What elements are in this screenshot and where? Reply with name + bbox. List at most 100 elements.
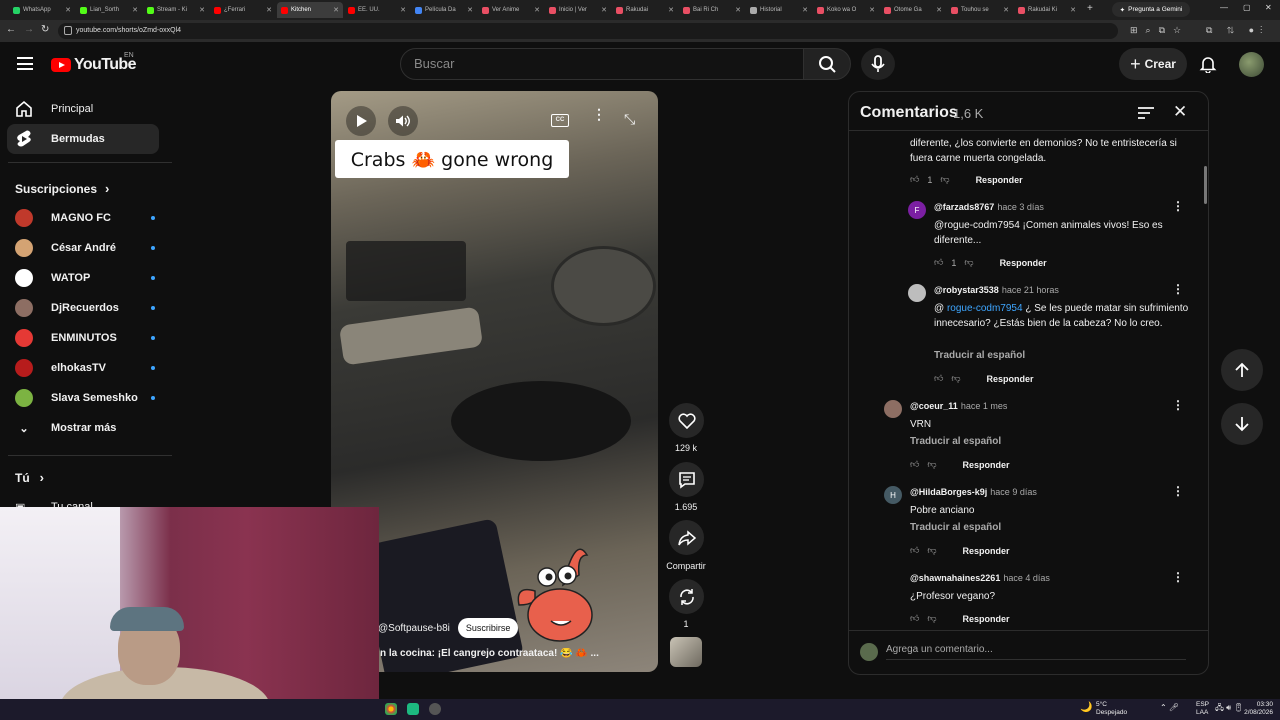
close-tab-icon[interactable]: ✕ [1003, 6, 1009, 14]
subscription-item[interactable]: DjRecuerdos [15, 297, 155, 319]
more-options-icon[interactable]: ⋮ [592, 107, 606, 121]
channel-name[interactable]: @Softpause-b8i [378, 623, 450, 634]
toolbar-icons[interactable]: ⧉ ⇅ ●⋮ [1206, 25, 1268, 36]
comment-author[interactable]: @coeur_11 [910, 401, 958, 411]
chrome-taskbar-icon[interactable] [385, 703, 397, 715]
gemini-button[interactable]: ✦ Pregunta a Gemini [1112, 2, 1190, 17]
reload-icon[interactable]: ↻ [41, 24, 49, 35]
avatar[interactable]: H [884, 486, 902, 504]
reply-button[interactable]: Responder [963, 614, 1010, 624]
system-icons[interactable]: 🖧 🔊︎ 🔋︎ [1215, 704, 1244, 712]
close-tab-icon[interactable]: ✕ [65, 6, 71, 14]
comments-button[interactable] [669, 462, 704, 497]
close-tab-icon[interactable]: ✕ [333, 6, 339, 14]
browser-tab[interactable]: Bai Ri Ch ✕ [679, 2, 745, 18]
close-tab-icon[interactable]: ✕ [936, 6, 942, 14]
address-bar[interactable]: youtube.com/shorts/oZmd-oxxQl4 [58, 23, 1118, 39]
close-tab-icon[interactable]: ✕ [735, 6, 741, 14]
thumb-down-icon[interactable]: 👎︎ [940, 174, 949, 185]
browser-tab[interactable]: EE. UU. ✕ [344, 2, 410, 18]
translate-link[interactable]: Traducir al español [910, 436, 1001, 447]
thumb-up-icon[interactable]: 👍︎ [910, 613, 919, 624]
show-more-button[interactable]: ⌄ Mostrar más [15, 417, 155, 439]
browser-tab[interactable]: Otome Ga ✕ [880, 2, 946, 18]
browser-tab[interactable]: ¿Ferrari ✕ [210, 2, 276, 18]
comment-author[interactable]: @robystar3538 [934, 285, 999, 295]
close-tab-icon[interactable]: ✕ [266, 6, 272, 14]
play-button[interactable] [346, 106, 376, 136]
fullscreen-icon[interactable]: ⤡ [624, 111, 635, 128]
volume-button[interactable] [388, 106, 418, 136]
comment-author[interactable]: @farzads8767 [934, 202, 994, 212]
you-header[interactable]: Tú › [15, 470, 44, 485]
comment-menu-icon[interactable]: ⋮ [1172, 484, 1184, 498]
comment-author[interactable]: @shawnahaines2261 [910, 573, 1000, 583]
close-tab-icon[interactable]: ✕ [534, 6, 540, 14]
browser-tab[interactable]: Historial ✕ [746, 2, 812, 18]
subscriptions-header[interactable]: Suscripciones › [15, 181, 109, 196]
browser-tab[interactable]: Stream - Ki ✕ [143, 2, 209, 18]
voice-search-button[interactable] [861, 48, 895, 80]
comment-time[interactable]: hace 3 días [997, 202, 1044, 212]
comment-author[interactable]: @HildaBorges-k9j [910, 487, 987, 497]
like-button[interactable] [669, 403, 704, 438]
subscribe-button[interactable]: Suscribirse [457, 618, 519, 638]
share-button[interactable] [669, 520, 704, 555]
browser-tab[interactable]: Rakudai ✕ [612, 2, 678, 18]
thumb-up-icon[interactable]: 👍︎ [910, 174, 919, 185]
thumb-up-icon[interactable]: 👍︎ [910, 459, 919, 470]
thumb-up-icon[interactable]: 👍︎ [910, 545, 919, 556]
close-tab-icon[interactable]: ✕ [601, 6, 607, 14]
sound-thumbnail[interactable] [670, 637, 702, 667]
sidebar-item-bermudas[interactable]: Bermudas [7, 124, 159, 154]
clock[interactable]: 03:30 2/08/2026 [1243, 701, 1273, 717]
new-tab-button[interactable]: + [1087, 3, 1093, 14]
mention-link[interactable]: rogue-codm7954 [947, 303, 1023, 314]
browser-tab[interactable]: Kitchen ✕ [277, 2, 343, 18]
thumb-down-icon[interactable]: 👎︎ [927, 613, 936, 624]
translate-link[interactable]: Traducir al español [910, 522, 1001, 533]
browser-tab[interactable]: Koko wa O ✕ [813, 2, 879, 18]
close-tab-icon[interactable]: ✕ [869, 6, 875, 14]
close-tab-icon[interactable]: ✕ [802, 6, 808, 14]
extensions-icons[interactable]: ⊞⌕⧉☆ [1130, 25, 1189, 36]
close-tab-icon[interactable]: ✕ [400, 6, 406, 14]
thumb-down-icon[interactable]: 👎︎ [964, 257, 973, 268]
comment-menu-icon[interactable]: ⋮ [1172, 282, 1184, 296]
thumb-down-icon[interactable]: 👎︎ [951, 373, 960, 384]
avatar[interactable]: F [908, 201, 926, 219]
tray-icons[interactable]: ⌃ 🎤︎ [1160, 704, 1179, 712]
comment-time[interactable]: hace 21 horas [1002, 285, 1059, 295]
reply-button[interactable]: Responder [976, 175, 1023, 185]
subscription-item[interactable]: MAGNO FC [15, 207, 155, 229]
previous-short-button[interactable] [1221, 349, 1263, 391]
sidebar-item-principal[interactable]: Principal [7, 94, 159, 124]
comment-menu-icon[interactable]: ⋮ [1172, 398, 1184, 412]
menu-icon[interactable] [17, 57, 33, 70]
remix-button[interactable] [669, 579, 704, 614]
obs-taskbar-icon[interactable] [429, 703, 441, 715]
comment-time[interactable]: hace 9 días [990, 487, 1037, 497]
close-comments-icon[interactable]: ✕ [1173, 102, 1187, 122]
thumb-up-icon[interactable]: 👍︎ [934, 373, 943, 384]
close-tab-icon[interactable]: ✕ [668, 6, 674, 14]
comment-menu-icon[interactable]: ⋮ [1172, 570, 1184, 584]
subscription-item[interactable]: César André [15, 237, 155, 259]
browser-tab[interactable]: Touhou se ✕ [947, 2, 1013, 18]
captions-icon[interactable]: CC [551, 114, 569, 127]
maximize-icon[interactable]: ▢ [1243, 3, 1251, 12]
sort-button[interactable] [1137, 106, 1155, 125]
create-button[interactable]: + Crear [1119, 48, 1187, 80]
language[interactable]: ESP LAA [1196, 701, 1209, 717]
avatar[interactable] [908, 284, 926, 302]
minimize-icon[interactable]: — [1220, 3, 1228, 12]
browser-tab[interactable]: Lian_Sorth ✕ [76, 2, 142, 18]
close-tab-icon[interactable]: ✕ [132, 6, 138, 14]
subscription-item[interactable]: WATOP [15, 267, 155, 289]
next-short-button[interactable] [1221, 403, 1263, 445]
subscription-item[interactable]: Slava Semeshko [15, 387, 155, 409]
forward-icon[interactable]: → [24, 24, 34, 35]
browser-tab[interactable]: Rakudai Ki ✕ [1014, 2, 1080, 18]
short-video-player[interactable] [331, 91, 658, 672]
notifications-button[interactable] [1199, 55, 1217, 78]
